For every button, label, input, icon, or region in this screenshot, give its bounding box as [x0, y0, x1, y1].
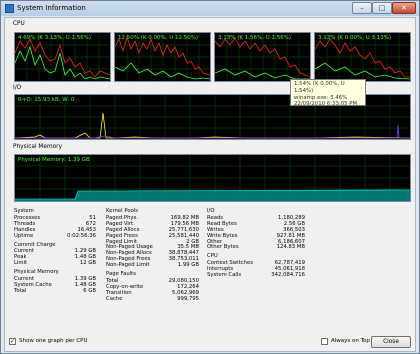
footer-bar: ✓ Show one graph per CPU Always on Top C…: [5, 335, 415, 351]
close-button[interactable]: Close: [371, 336, 411, 348]
stat-commit-limit: Limit 12 GB: [14, 260, 96, 267]
stat-other-bytes: Other Bytes 124.83 MB: [207, 245, 305, 251]
kernel-panel: Kernel Pools Paged Phys. 169.82 MB Paged …: [106, 208, 199, 303]
stat-value: 999,795: [177, 295, 199, 302]
cpu-graph-0[interactable]: 4.69% (K 3.13%, U 1.56%): [14, 32, 111, 82]
stat-label: Uptime: [14, 232, 34, 239]
stat-nonpaged-limit: Non-Paged Limit 1.99 GB: [106, 262, 199, 269]
stat-value: 6 GB: [83, 287, 96, 294]
stat-label: System Calls: [207, 272, 242, 279]
cpu-graph-1[interactable]: 12.50% (K 0.00%, U 12.50%): [114, 32, 211, 82]
close-window-button[interactable]: ✕: [392, 2, 416, 14]
always-on-top-checkbox[interactable]: [321, 338, 328, 345]
stat-physmem-total: Total 6 GB: [14, 287, 96, 295]
stat-system-calls: System Calls 342,084,716: [207, 272, 305, 279]
cpu-graph-3[interactable]: 3.13% (K 0.00%, U 3.13%): [314, 32, 411, 82]
cpu-graph-3-label: 3.13% (K 0.00%, U 3.13%): [318, 35, 392, 41]
io-section-label: I/O: [13, 85, 22, 91]
memory-section-label: Physical Memory: [13, 144, 62, 150]
cpu-graph-2-label: 3.13% (K 1.56%, U 1.56%): [218, 35, 292, 41]
memory-graph-label: Physical Memory: 1.39 GB: [18, 157, 90, 163]
memory-graph[interactable]: Physical Memory: 1.39 GB: [14, 154, 411, 202]
stat-label: Cache: [106, 295, 123, 302]
stat-value: 12 GB: [79, 260, 96, 267]
stat-value: 342,084,716: [271, 272, 305, 279]
cpu-graph-0-label: 4.69% (K 3.13%, U 1.56%): [18, 35, 92, 41]
io-stats-panel: I/O Reads 1,180,289 Read Bytes 2.56 GB Wri…: [207, 208, 305, 279]
io-graph-label: R+O: 15.93 kB, W: 0: [18, 97, 75, 103]
stat-pf-cache: Cache 999,795: [106, 295, 199, 303]
stat-label: Limit: [14, 260, 28, 267]
graph-tooltip: 1.54% (K 0.00%, U 1.54%) winamp.exe: 3.4…: [290, 79, 366, 108]
one-graph-per-cpu-checkbox[interactable]: ✓: [9, 338, 16, 345]
maximize-button[interactable]: □: [372, 2, 392, 14]
tooltip-line-1: 1.54% (K 0.00%, U 1.54%): [294, 81, 345, 94]
title-bar[interactable]: System Information – □ ✕: [1, 1, 419, 16]
stat-value: 1.99 GB: [177, 262, 199, 269]
cpu-section-label: CPU: [13, 21, 25, 27]
app-icon: [5, 4, 14, 13]
tooltip-line-2: winamp.exe: 3.46%: [294, 94, 348, 101]
cpu-graph-1-label: 12.50% (K 0.00%, U 12.50%): [118, 35, 199, 41]
cpu-graph-2[interactable]: 3.13% (K 1.56%, U 1.56%): [214, 32, 311, 82]
stat-value: 124.83 MB: [276, 244, 305, 251]
tooltip-line-3: 22/09/2010 6:33:05 PM: [294, 101, 358, 108]
stat-value: 0:02:56:36: [67, 232, 96, 239]
client-area: CPU 4.69% (K 3.13%, U 1.56%) 12.50% (K 0…: [4, 17, 416, 352]
always-on-top-label[interactable]: Always on Top: [331, 338, 370, 344]
system-panel: System Processes 51 Threads 672 Handles 16,…: [14, 208, 96, 295]
minimize-button[interactable]: –: [352, 2, 372, 14]
stat-uptime: Uptime 0:02:56:36: [14, 232, 96, 240]
one-graph-per-cpu-label[interactable]: Show one graph per CPU: [19, 338, 88, 344]
window-title: System Information: [17, 4, 86, 12]
stat-label: Total: [14, 287, 27, 294]
stat-label: Non-Paged Limit: [106, 262, 150, 269]
stat-label: Other Bytes: [207, 244, 239, 251]
system-information-window: System Information – □ ✕ CPU 4.69% (K 3.…: [0, 0, 420, 354]
